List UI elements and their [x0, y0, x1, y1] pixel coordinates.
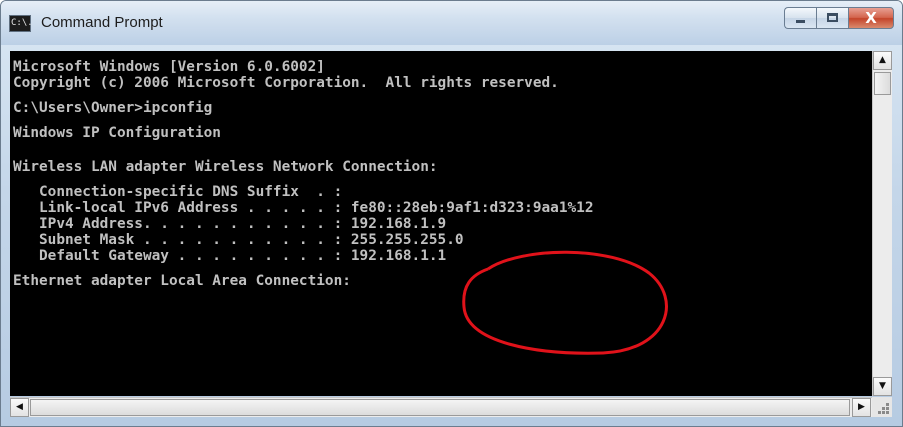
vertical-scroll-thumb[interactable] [874, 72, 891, 95]
maximize-icon [827, 13, 838, 22]
console-line: Wireless LAN adapter Wireless Network Co… [13, 159, 438, 175]
cmd-app-icon[interactable]: C:\. [9, 15, 33, 32]
vertical-scrollbar[interactable]: ▲ ▼ [872, 51, 892, 396]
arrow-down-icon: ▼ [879, 381, 886, 391]
arrow-up-icon: ▲ [879, 55, 886, 65]
arrow-left-icon: ◀ [16, 402, 23, 412]
console-line: C:\Users\Owner>ipconfig [13, 100, 213, 116]
command-prompt-window: C:\. Command Prompt X Microsoft Windows … [0, 0, 903, 427]
console-line: Subnet Mask . . . . . . . . . . . : 255.… [13, 232, 464, 248]
horizontal-scroll-thumb[interactable] [30, 399, 850, 416]
console-line: Default Gateway . . . . . . . . . : 192.… [13, 248, 447, 264]
close-icon: X [865, 9, 877, 27]
close-button[interactable]: X [848, 7, 894, 29]
console-line: Link-local IPv6 Address . . . . . : fe80… [13, 200, 594, 216]
console-line: Connection-specific DNS Suffix . : [13, 184, 343, 200]
console-line: IPv4 Address. . . . . . . . . . . : 192.… [13, 216, 447, 232]
scroll-up-button[interactable]: ▲ [873, 51, 892, 70]
console-line: Copyright (c) 2006 Microsoft Corporation… [13, 75, 559, 91]
console-output[interactable]: Microsoft Windows [Version 6.0.6002] Copy… [10, 51, 872, 396]
title-bar[interactable]: C:\. Command Prompt X [1, 1, 902, 45]
arrow-right-icon: ▶ [858, 402, 865, 412]
horizontal-scrollbar[interactable]: ◀ ▶ [10, 397, 872, 417]
console-line: Microsoft Windows [Version 6.0.6002] [13, 59, 325, 75]
maximize-button[interactable] [816, 7, 848, 29]
console-line: Ethernet adapter Local Area Connection: [13, 273, 351, 289]
scroll-down-button[interactable]: ▼ [873, 377, 892, 396]
caption-buttons: X [784, 7, 894, 29]
console-line: Windows IP Configuration [13, 125, 221, 141]
minimize-button[interactable] [784, 7, 816, 29]
scroll-right-button[interactable]: ▶ [852, 398, 871, 417]
resize-grip-icon[interactable] [872, 397, 892, 417]
scroll-left-button[interactable]: ◀ [10, 398, 29, 417]
minimize-icon [796, 20, 805, 23]
window-title: Command Prompt [41, 14, 163, 31]
